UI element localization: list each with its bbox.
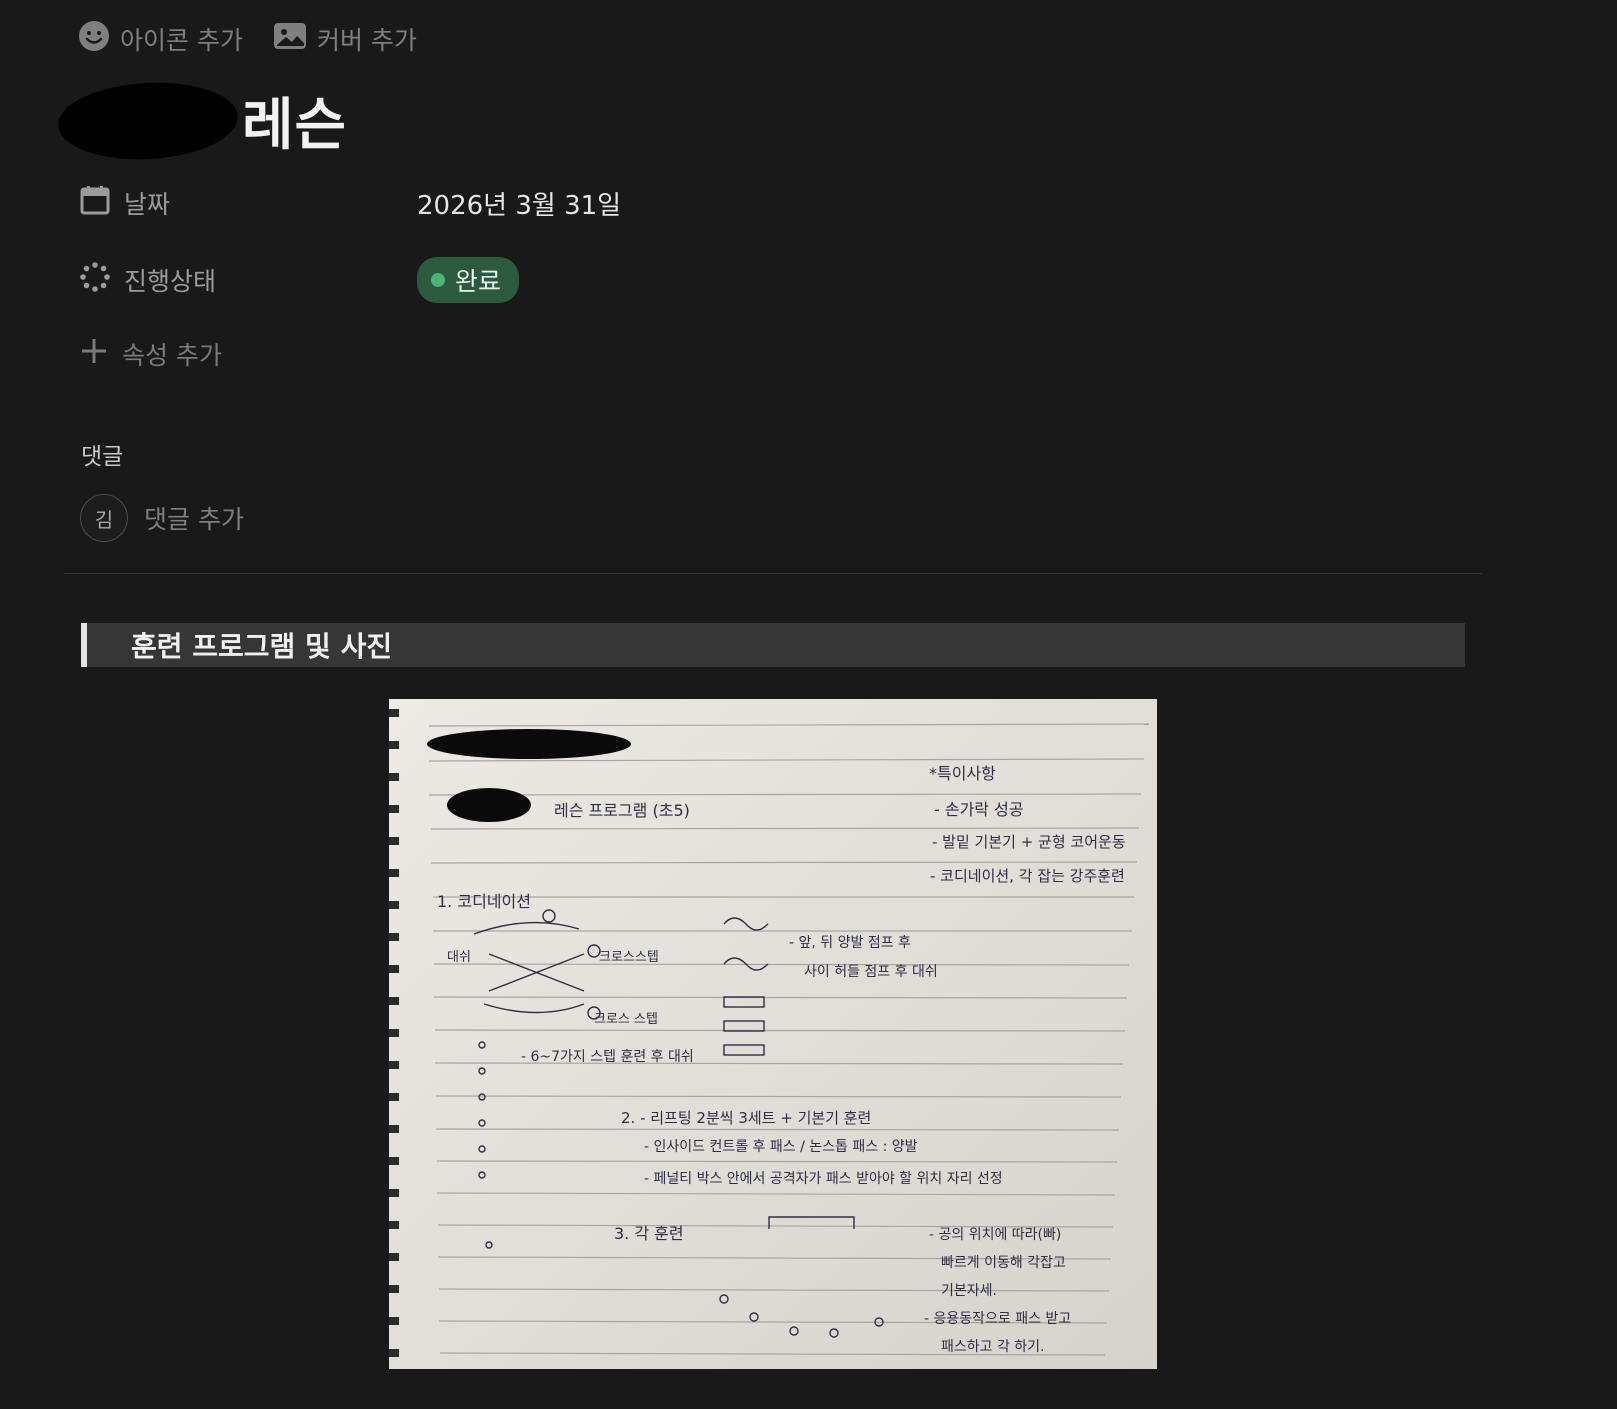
jump-note: - 앞, 뒤 양발 점프 후 — [789, 935, 911, 951]
note-3: - 코디네이션, 각 잡는 강주훈련 — [930, 867, 1125, 885]
section3-line-e: 패스하고 각 하기. — [941, 1339, 1045, 1355]
redacted-name — [56, 77, 240, 164]
section2-line-a: - 인사이드 컨트롤 후 패스 / 논스톱 패스 : 양발 — [644, 1139, 918, 1155]
section2-title: 2. - 리프팅 2분씩 3세트 + 기본기 훈련 — [621, 1109, 871, 1127]
training-notes-photo[interactable]: *특이사항 - 손가락 성공 - 발밑 기본기 + 균형 코어운동 - 코디네이… — [389, 699, 1157, 1369]
comment-input-row: 김 댓글 추가 — [80, 494, 244, 542]
status-badge-label: 완료 — [455, 267, 502, 296]
note-2: - 발밑 기본기 + 균형 코어운동 — [932, 833, 1126, 851]
avatar: 김 — [80, 494, 128, 542]
section2-line-b: - 페널티 박스 안에서 공격자가 패스 받아야 할 위치 자리 선정 — [644, 1171, 1003, 1187]
note-1: - 손가락 성공 — [934, 800, 1024, 819]
add-property-button[interactable]: 속성 추가 — [80, 336, 222, 372]
add-cover-label: 커버 추가 — [316, 26, 417, 55]
property-date: 날짜 2026년 3월 31일 — [80, 183, 621, 223]
calendar-icon — [80, 185, 110, 221]
top-actions: 아이콘 추가 커버 추가 — [78, 20, 417, 58]
add-icon-label: 아이콘 추가 — [120, 26, 243, 55]
section3-title: 3. 각 훈련 — [614, 1224, 684, 1243]
add-cover-button[interactable]: 커버 추가 — [273, 20, 417, 58]
status-badge[interactable]: 완료 — [417, 257, 520, 303]
comments-heading: 댓글 — [81, 444, 124, 470]
program-title: 레슨 프로그램 (초5) — [554, 801, 690, 820]
hurdle-note: 사이 허들 점프 후 대쉬 — [804, 964, 938, 980]
notes-header: *특이사항 — [929, 764, 996, 783]
section3-line-c: 기본자세. — [941, 1283, 997, 1299]
status-dot — [431, 273, 445, 287]
callout-heading-text: 훈련 프로그램 및 사진 — [131, 630, 393, 663]
add-property-label: 속성 추가 — [122, 341, 222, 370]
property-status-label: 진행상태 — [124, 267, 217, 296]
section3-line-a: - 공의 위치에 따라(빠) — [929, 1227, 1061, 1243]
step-note: - 6~7가지 스텝 훈련 후 대쉬 — [521, 1049, 694, 1065]
status-loader-icon — [80, 262, 110, 298]
property-status-label-cell[interactable]: 진행상태 — [80, 262, 417, 298]
property-date-label: 날짜 — [124, 190, 171, 219]
property-date-label-cell[interactable]: 날짜 — [80, 185, 417, 221]
section3-line-b: 빠르게 이동해 각잡고 — [941, 1255, 1066, 1271]
page-title-row: 레슨 — [56, 77, 347, 164]
heading-callout[interactable]: 훈련 프로그램 및 사진 — [81, 623, 1465, 667]
dash-label: 대쉬 — [447, 950, 471, 965]
spiral-binding — [389, 709, 399, 1357]
divider — [64, 573, 1482, 574]
cross-step-label-2: 크로스 스텝 — [594, 1012, 658, 1027]
plus-icon — [80, 337, 108, 371]
smiley-icon — [78, 20, 110, 58]
section1-title: 1. 코디네이션 — [437, 892, 531, 911]
page-title[interactable]: 레슨 — [242, 80, 347, 161]
property-date-value[interactable]: 2026년 3월 31일 — [417, 185, 621, 222]
image-icon — [273, 22, 307, 56]
property-status: 진행상태 완료 — [80, 257, 520, 303]
add-comment-input[interactable]: 댓글 추가 — [144, 500, 244, 536]
add-icon-button[interactable]: 아이콘 추가 — [78, 20, 243, 58]
section3-line-d: - 응용동작으로 패스 받고 — [924, 1311, 1071, 1327]
callout-quote-bar — [81, 623, 87, 667]
cross-step-label: 크로스스텝 — [599, 950, 659, 965]
